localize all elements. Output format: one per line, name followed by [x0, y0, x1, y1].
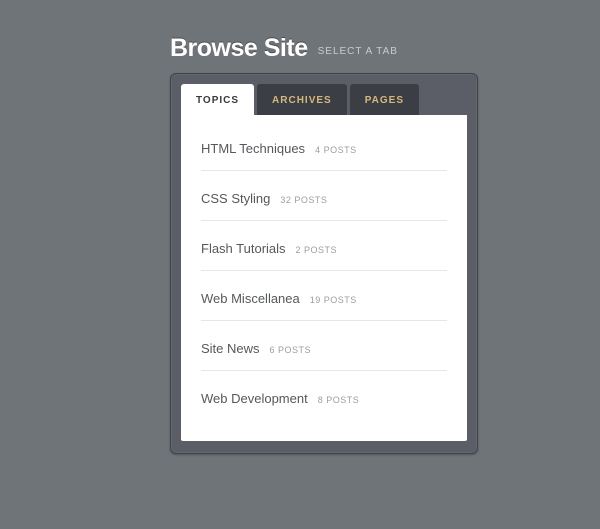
tab-pages[interactable]: PAGES	[350, 84, 419, 115]
widget-header: Browse Site SELECT A TAB	[170, 34, 600, 63]
topic-count: 19 POSTS	[310, 295, 357, 305]
widget-subtitle: SELECT A TAB	[318, 46, 398, 57]
topic-count: 4 POSTS	[315, 145, 357, 155]
topic-label: HTML Techniques	[201, 141, 305, 156]
tab-topics[interactable]: TOPICS	[181, 84, 254, 115]
tab-archives[interactable]: ARCHIVES	[257, 84, 347, 115]
tab-bar: TOPICS ARCHIVES PAGES	[181, 84, 467, 115]
browse-site-widget: Browse Site SELECT A TAB TOPICS ARCHIVES…	[0, 0, 600, 454]
list-item[interactable]: Web Miscellanea 19 POSTS	[201, 271, 447, 321]
topic-label: Web Development	[201, 391, 308, 406]
topic-label: Flash Tutorials	[201, 241, 286, 256]
topic-count: 8 POSTS	[318, 395, 360, 405]
list-item[interactable]: HTML Techniques 4 POSTS	[201, 121, 447, 171]
widget-title: Browse Site	[170, 34, 308, 63]
list-item[interactable]: Flash Tutorials 2 POSTS	[201, 221, 447, 271]
topic-label: CSS Styling	[201, 191, 270, 206]
list-item[interactable]: Web Development 8 POSTS	[201, 371, 447, 420]
topic-count: 32 POSTS	[280, 195, 327, 205]
topic-label: Web Miscellanea	[201, 291, 300, 306]
list-item[interactable]: CSS Styling 32 POSTS	[201, 171, 447, 221]
topic-count: 2 POSTS	[296, 245, 338, 255]
list-item[interactable]: Site News 6 POSTS	[201, 321, 447, 371]
tab-content: HTML Techniques 4 POSTS CSS Styling 32 P…	[181, 115, 467, 441]
topic-count: 6 POSTS	[270, 345, 312, 355]
tab-panel: TOPICS ARCHIVES PAGES HTML Techniques 4 …	[170, 73, 478, 454]
topic-label: Site News	[201, 341, 260, 356]
